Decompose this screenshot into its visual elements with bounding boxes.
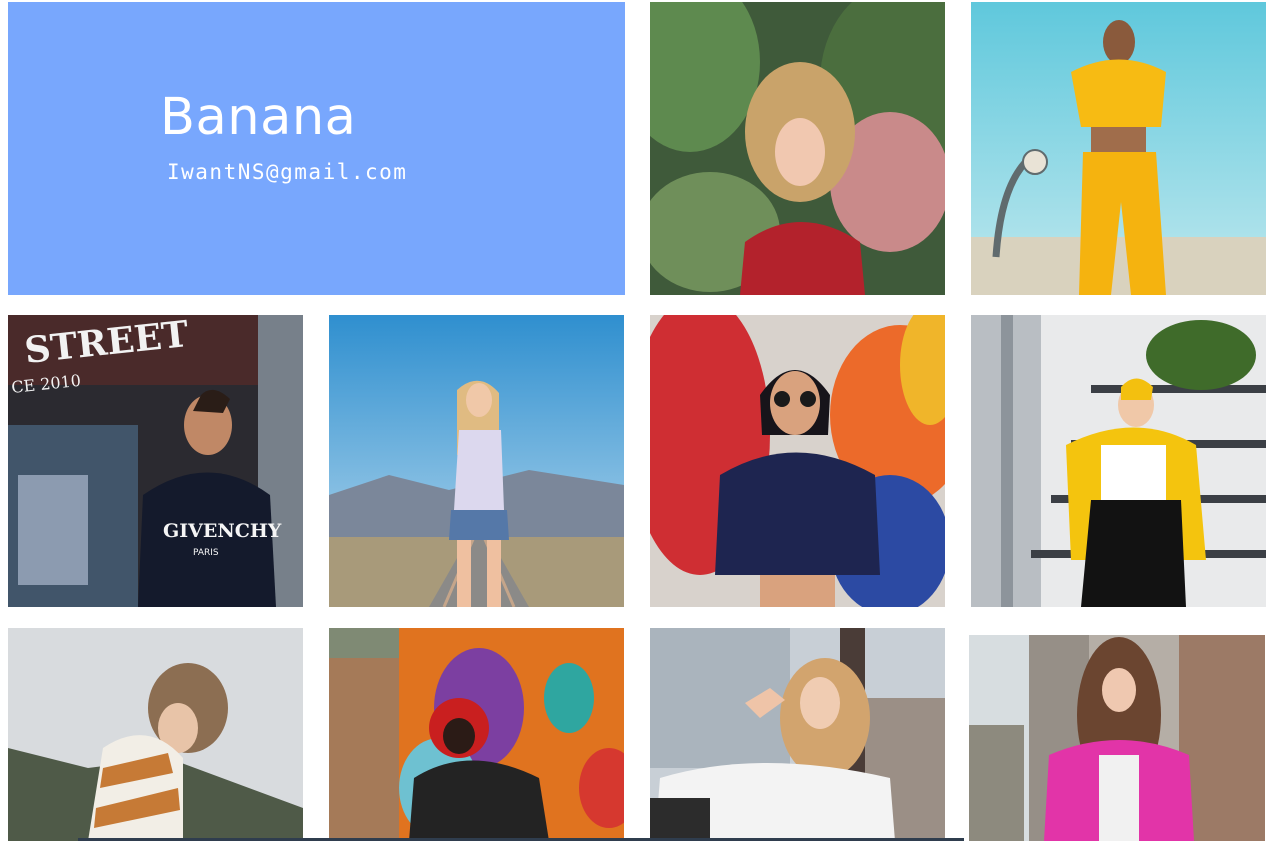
shirt-city-text: PARIS xyxy=(193,548,219,558)
photo-woman-yellow-tracksuit[interactable] xyxy=(971,2,1266,295)
photo-woman-white-shirt-rooftop[interactable] xyxy=(650,628,945,841)
photo-woman-railway-tracks[interactable] xyxy=(329,315,624,607)
photo-man-red-hood-graffiti[interactable] xyxy=(329,628,624,841)
photo-woman-sunglasses-graffiti[interactable] xyxy=(650,315,945,607)
brand-tile: Banana IwantNS@gmail.com xyxy=(8,2,625,295)
photo-woman-flowers-red-top[interactable] xyxy=(650,2,945,295)
photo-woman-yellow-jacket-stairs[interactable] xyxy=(971,315,1266,607)
photo-woman-striped-sweater[interactable] xyxy=(8,628,303,841)
brand-name: Banana xyxy=(160,88,357,147)
photo-woman-pink-blazer[interactable] xyxy=(969,635,1265,841)
photo-man-givenchy-street[interactable]: STREET CE 2010 GIVENCHY PARIS xyxy=(8,315,303,607)
brand-email[interactable]: IwantNS@gmail.com xyxy=(167,160,407,184)
shirt-brand-text: GIVENCHY xyxy=(163,520,282,542)
